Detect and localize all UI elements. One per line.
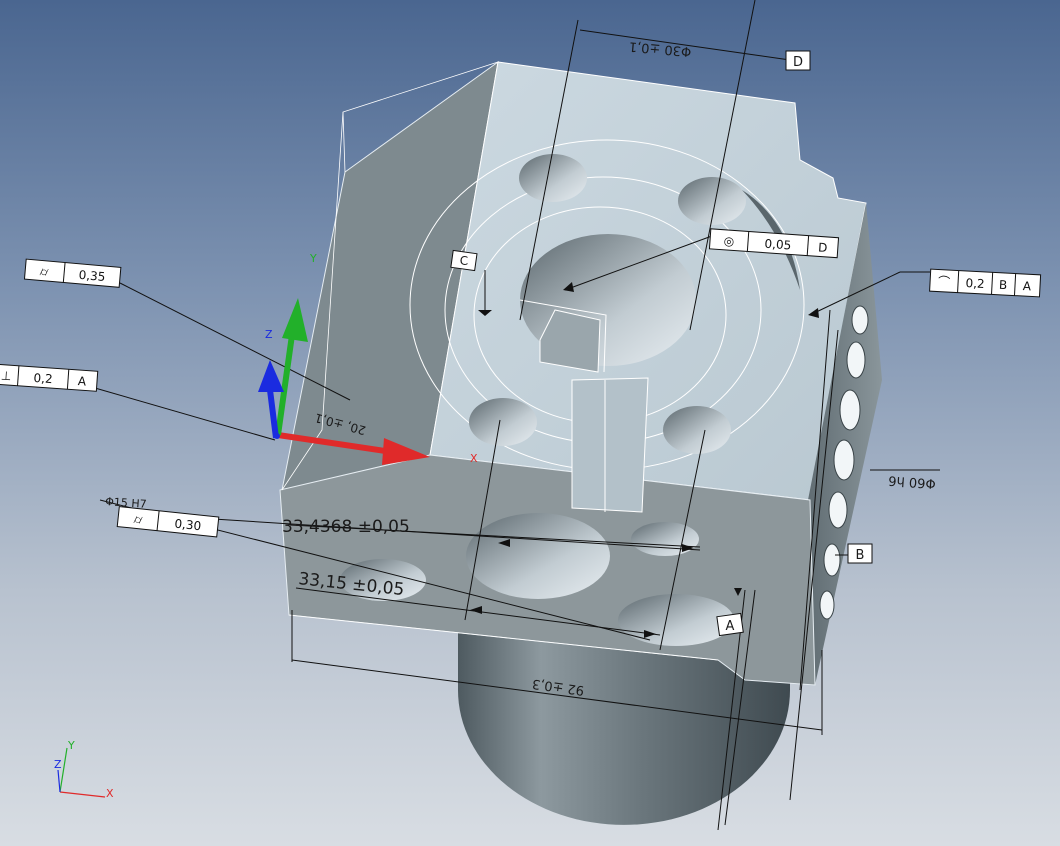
fcf-cylindricity-top-value: 0,35 — [78, 268, 106, 284]
dim-diameter-60: Φ60 h6 — [888, 472, 936, 490]
dim-33-4368: 33,4368 ±0,05 — [282, 517, 410, 537]
triad-z-label: Z — [265, 328, 273, 341]
datum-d-label: D — [793, 55, 803, 70]
fcf-perpendicularity-left[interactable]: ⊥ 0,2 A — [0, 363, 99, 392]
fcf-concentricity-symbol: ◎ — [723, 234, 734, 249]
datum-b-label: B — [856, 548, 865, 563]
fcf-profile-value: 0,2 — [965, 276, 985, 291]
y-axis-arrowhead — [282, 298, 308, 342]
corner-y-label: Y — [67, 739, 75, 752]
axis-triad-corner: X Y Z — [54, 739, 114, 800]
fcf-profile[interactable]: ⌒ 0,2 B A — [929, 268, 1042, 298]
model-scene[interactable]: D C B A ◎ 0,05 D ⌒ 0,2 B A ⌭ 0,35 ⊥ 0,2 … — [0, 0, 1060, 846]
datum-c-label: C — [460, 254, 468, 268]
fcf-profile-datum1: B — [999, 278, 1008, 292]
fcf-cylindricity-top-symbol: ⌭ — [39, 264, 49, 279]
fcf-perp-value: 0,2 — [33, 371, 53, 386]
fcf-cylindricity-top[interactable]: ⌭ 0,35 — [23, 258, 122, 288]
corner-z-label: Z — [54, 758, 62, 771]
fcf-concentricity-value: 0,05 — [764, 237, 792, 253]
fcf-cylindricity-left[interactable]: ⌭ 0,30 — [116, 506, 220, 538]
fcf-cylindricity-left-value: 0,30 — [174, 517, 202, 534]
fcf-perp-symbol: ⊥ — [0, 369, 11, 384]
corner-x-label: X — [106, 787, 114, 800]
fcf-concentricity-datum: D — [818, 240, 828, 255]
fcf-profile-datum2: A — [1023, 279, 1033, 293]
z-axis-arrow-shaft — [267, 389, 279, 439]
triad-x-label: X — [470, 452, 478, 465]
datum-a-label: A — [726, 619, 735, 634]
cad-viewport[interactable]: D C B A ◎ 0,05 D ⌒ 0,2 B A ⌭ 0,35 ⊥ 0,2 … — [0, 0, 1060, 846]
dim-diameter-30: Φ30 ±0,1 — [628, 38, 692, 58]
fcf-profile-symbol: ⌒ — [938, 275, 951, 290]
dim-diameter-15: Φ15 H7 — [105, 495, 147, 511]
triad-y-label: Y — [309, 252, 317, 265]
